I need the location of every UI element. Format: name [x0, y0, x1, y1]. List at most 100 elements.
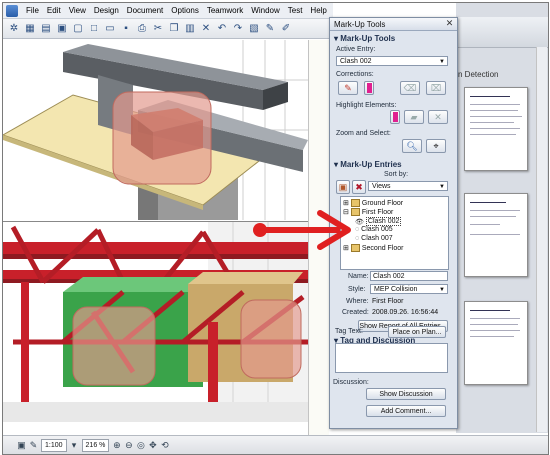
eye-icon: ◌	[355, 226, 360, 233]
zoom-fit-icon[interactable]: ◎	[136, 440, 145, 451]
open-icon[interactable]: ▭	[103, 22, 117, 36]
tree-item-ground-floor[interactable]: ⊞ Ground Floor	[343, 199, 403, 207]
color-swatch-icon	[366, 83, 372, 93]
correction-add-button[interactable]: ✎	[338, 81, 358, 95]
menu-test[interactable]: Test	[284, 6, 307, 15]
tree-item-second-floor[interactable]: ⊞ Second Floor	[343, 244, 404, 252]
pencil-icon[interactable]: ✎	[263, 22, 277, 36]
tree-item-clash-002[interactable]: 👁︎ Clash 002	[355, 217, 402, 226]
layers-icon[interactable]: ▤	[39, 22, 53, 36]
folder-icon	[350, 208, 360, 216]
select-elements-button[interactable]: ⌖	[426, 139, 446, 153]
magnifier-icon: 🔍︎	[406, 140, 418, 151]
active-entry-dropdown[interactable]: Clash 002 ▼	[336, 56, 448, 66]
paste-icon[interactable]: ▥	[183, 22, 197, 36]
style-dropdown[interactable]: MEP Collision ▼	[370, 284, 448, 294]
zoom-in-icon[interactable]: ⊕	[112, 440, 121, 451]
markup-entries-tree: ⊞ Ground Floor ⊟ First Floor 👁︎ Clash 002 ◌…	[340, 196, 449, 270]
created-label: Created:	[342, 309, 369, 316]
zoom-select-label: Zoom and Select:	[336, 130, 391, 137]
name-field[interactable]: Clash 002	[370, 271, 448, 281]
close-icon[interactable]: ✕	[445, 19, 454, 28]
sort-by-dropdown[interactable]: Views ▼	[368, 181, 448, 191]
undo-icon[interactable]: ↶	[215, 22, 229, 36]
menu-view[interactable]: View	[65, 6, 90, 15]
sort-by-label: Sort by:	[384, 171, 409, 178]
add-highlight-icon: ▰	[410, 111, 418, 122]
print-icon[interactable]: ⎙	[135, 22, 149, 36]
menu-document[interactable]: Document	[123, 6, 167, 15]
tag-text-input[interactable]	[335, 343, 448, 373]
highlight-add-button[interactable]: ▰	[404, 110, 424, 124]
report-page-thumbnail[interactable]	[464, 193, 528, 277]
folder-icon	[350, 199, 360, 207]
expand-icon: ⊞	[343, 245, 349, 252]
menu-design[interactable]: Design	[90, 6, 123, 15]
tree-item-label: Clash 002	[365, 217, 402, 226]
save-icon[interactable]: ▪	[119, 22, 133, 36]
correction-delete-button[interactable]: ⌧	[426, 81, 446, 95]
scale-field[interactable]: 1:100	[41, 438, 67, 452]
pan-icon[interactable]: ✥	[148, 440, 157, 451]
grid-icon[interactable]: ▦	[23, 22, 37, 36]
place-on-plan-button[interactable]: Place on Plan...	[388, 326, 446, 338]
menu-edit[interactable]: Edit	[43, 6, 65, 15]
select-cursor-icon: ⌖	[433, 140, 439, 151]
zoom-field[interactable]: 216 %	[81, 438, 110, 452]
report-page-thumbnail[interactable]	[464, 301, 528, 385]
menu-file[interactable]: File	[22, 6, 43, 15]
settings-icon[interactable]: ✲	[7, 22, 21, 36]
chevron-down-icon[interactable]: ▾	[70, 440, 79, 451]
style-label: Style:	[348, 286, 366, 293]
discussion-label: Discussion:	[333, 379, 369, 386]
remove-correction-icon: ⌫	[403, 82, 417, 93]
application-window: File Edit View Design Document Options T…	[2, 2, 549, 455]
new-entry-button[interactable]: ▣	[336, 180, 350, 194]
cut-icon[interactable]: ✂	[151, 22, 165, 36]
add-comment-button[interactable]: Add Comment...	[366, 405, 446, 417]
copy-icon[interactable]: ❐	[167, 22, 181, 36]
correction-color-swatch[interactable]	[364, 81, 374, 95]
chevron-down-icon: ▼	[439, 59, 445, 65]
correction-remove-button[interactable]: ⌫	[400, 81, 420, 95]
redo-icon[interactable]: ↷	[231, 22, 245, 36]
eye-icon: 👁︎	[355, 218, 364, 226]
zoom-out-icon[interactable]: ⊖	[124, 440, 133, 451]
report-page-thumbnail[interactable]	[464, 87, 528, 171]
highlight-elements-label: Highlight Elements:	[336, 102, 397, 109]
menu-help[interactable]: Help	[306, 6, 330, 15]
zoom-to-entry-button[interactable]: 🔍︎	[402, 139, 422, 153]
tree-item-clash-007[interactable]: ◌ Clash 007	[355, 235, 393, 242]
report-icon[interactable]: ▧	[247, 22, 261, 36]
highlight-remove-button[interactable]: ✕	[428, 110, 448, 124]
menu-options[interactable]: Options	[167, 6, 203, 15]
new-icon[interactable]: □	[87, 22, 101, 36]
section-view[interactable]	[3, 221, 308, 422]
delete-entry-icon: ✖	[355, 181, 363, 192]
document-scrollbar[interactable]	[536, 47, 547, 432]
chevron-down-icon: ▼	[439, 184, 445, 190]
orbit-icon[interactable]: ⟲	[160, 440, 169, 451]
sort-by-value: Views	[372, 183, 391, 190]
layer-icon[interactable]: ▣	[17, 440, 26, 451]
where-value: First Floor	[372, 298, 404, 305]
show-discussion-button[interactable]: Show Discussion	[366, 388, 446, 400]
tree-item-clash-005[interactable]: ◌ Clash 005	[355, 226, 393, 233]
section-markup-tools-label: Mark-Up Tools	[340, 34, 396, 43]
menu-teamwork[interactable]: Teamwork	[203, 6, 247, 15]
section-markup-entries[interactable]: ▾ Mark-Up Entries	[334, 160, 402, 169]
eyedropper-icon[interactable]: ✐	[279, 22, 293, 36]
section-markup-tools[interactable]: ▾ Mark-Up Tools	[334, 34, 395, 43]
add-correction-icon: ✎	[344, 82, 352, 93]
window-icon[interactable]: ▣	[55, 22, 69, 36]
delete-entry-button[interactable]: ✖	[352, 180, 366, 194]
delete-icon[interactable]: ✕	[199, 22, 213, 36]
menu-window[interactable]: Window	[247, 6, 283, 15]
highlight-color-swatch[interactable]	[390, 110, 400, 124]
document-title: n Detection	[458, 70, 499, 79]
frame-icon[interactable]: ▢	[71, 22, 85, 36]
document-toolbar	[456, 17, 548, 48]
tree-item-first-floor[interactable]: ⊟ First Floor	[343, 208, 393, 216]
3d-view[interactable]	[3, 40, 308, 220]
pen-icon[interactable]: ✎	[29, 440, 38, 451]
